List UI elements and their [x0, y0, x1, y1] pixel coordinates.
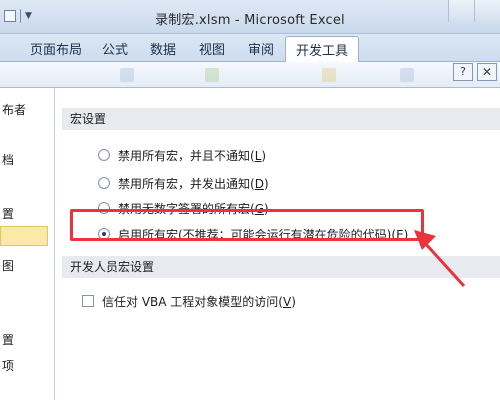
checkbox[interactable]: [82, 295, 94, 307]
tab-developer[interactable]: 开发工具: [285, 36, 359, 63]
option-disable-with-notify[interactable]: 禁用所有宏，并发出通知(D): [98, 174, 269, 192]
sidebar-item-privacy[interactable]: 置: [0, 330, 54, 350]
tab-data[interactable]: 数据: [150, 39, 176, 58]
ribbon-strip: [0, 62, 500, 88]
arrow-annotation-icon: [414, 230, 466, 288]
ribbon-ghost-icon: [205, 68, 219, 82]
radio-button[interactable]: [98, 149, 110, 161]
ribbon-tabs: 页面布局 公式 数据 视图 审阅 开发工具: [0, 34, 500, 63]
sidebar: 布者 档 置 图 置 项: [0, 88, 55, 400]
ribbon-ghost-icon: [322, 68, 336, 82]
highlight-box: [70, 209, 424, 241]
tab-formulas[interactable]: 公式: [102, 39, 128, 58]
sidebar-item-documents[interactable]: 档: [0, 150, 54, 170]
title-bar: ▼ 录制宏.xlsm - Microsoft Excel: [0, 0, 500, 34]
sidebar-item-message-bar[interactable]: 图: [0, 256, 54, 276]
tab-review[interactable]: 审阅: [248, 39, 274, 58]
sidebar-item-options[interactable]: 项: [0, 356, 54, 376]
option-trust-vba[interactable]: 信任对 VBA 工程对象模型的访问(V): [82, 292, 296, 310]
sidebar-item-publishers[interactable]: 布者: [0, 100, 54, 120]
sidebar-item-settings[interactable]: 置: [0, 204, 54, 224]
ribbon-ghost-icon: [120, 68, 134, 82]
macro-settings-header: 宏设置: [62, 108, 500, 130]
sidebar-item-macro-settings[interactable]: [0, 226, 48, 246]
minimize-button[interactable]: [448, 0, 474, 22]
help-button[interactable]: ?: [453, 63, 473, 81]
tab-page-layout[interactable]: 页面布局: [30, 39, 82, 58]
tab-view[interactable]: 视图: [199, 39, 225, 58]
ribbon-ghost-icon: [400, 68, 414, 82]
close-button[interactable]: ✕: [477, 63, 497, 81]
radio-button[interactable]: [98, 177, 110, 189]
option-disable-no-notify[interactable]: 禁用所有宏，并且不通知(L): [98, 146, 266, 164]
window-title: 录制宏.xlsm - Microsoft Excel: [155, 13, 345, 28]
window-controls: [448, 0, 500, 22]
maximize-button[interactable]: [474, 0, 500, 22]
